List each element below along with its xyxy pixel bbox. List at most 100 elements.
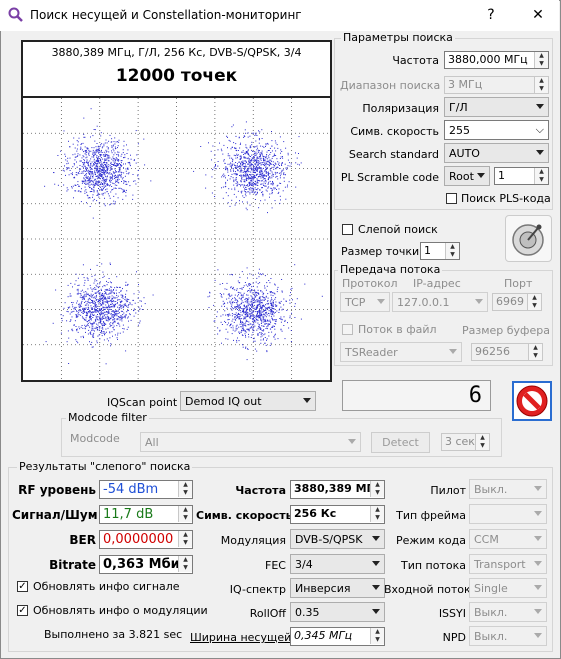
pls-search-checkbox[interactable] xyxy=(446,193,457,204)
iq-point xyxy=(253,304,255,306)
iq-point xyxy=(273,153,275,155)
iq-point xyxy=(263,300,265,301)
iq-point xyxy=(228,322,229,324)
freq-input[interactable]: 3880,000 МГц ▲ ▼ xyxy=(444,51,549,69)
iq-point xyxy=(269,159,271,161)
iq-point xyxy=(240,292,242,294)
fec-select[interactable]: 3/4 xyxy=(290,554,385,574)
std-label: Search standard xyxy=(348,148,439,161)
iq-point xyxy=(92,152,94,154)
iq-point xyxy=(127,305,129,307)
iq-point xyxy=(245,331,247,333)
iq-point xyxy=(90,268,91,270)
iq-point xyxy=(271,292,273,294)
iq-point xyxy=(257,173,259,175)
iq-point xyxy=(256,314,258,316)
iq-point xyxy=(243,307,245,309)
iq-point xyxy=(232,146,233,148)
iq-point xyxy=(258,276,260,278)
iq-point xyxy=(255,163,256,165)
update-mod-checkbox[interactable]: ✓ xyxy=(17,605,28,616)
iq-point xyxy=(239,333,241,334)
iq-point xyxy=(259,308,260,310)
iq-point xyxy=(262,155,264,157)
iq-point xyxy=(109,176,111,178)
iq-point xyxy=(99,322,101,324)
iq-point xyxy=(98,290,100,292)
update-signal-label: Обновлять инфо сигнале xyxy=(33,580,180,593)
iq-point xyxy=(81,274,83,275)
iq-point xyxy=(238,282,240,284)
iq-point xyxy=(254,301,256,303)
iq-point xyxy=(256,182,258,184)
help-button[interactable]: ? xyxy=(476,4,506,26)
iq-point xyxy=(258,301,260,303)
iq-select[interactable]: Demod IQ out xyxy=(180,391,316,411)
iq-point xyxy=(97,157,99,159)
iq-point xyxy=(96,298,98,300)
spin-icon[interactable]: ▲ ▼ xyxy=(534,168,548,184)
iq-point xyxy=(235,327,237,329)
iq-point xyxy=(267,187,269,189)
iq-point xyxy=(229,157,231,159)
iq-point xyxy=(231,161,233,163)
modcode-group-title: Modcode filter xyxy=(66,411,149,424)
spin-icon[interactable]: ▲ ▼ xyxy=(534,52,548,68)
iq-point xyxy=(119,187,121,189)
std-select[interactable]: AUTO xyxy=(444,143,549,163)
iqspec-select[interactable]: Инверсия xyxy=(290,578,385,598)
sym-select[interactable]: 255 ⌵ xyxy=(444,120,549,140)
iq-point xyxy=(101,327,103,329)
iq-point xyxy=(260,162,262,164)
iq-point xyxy=(100,171,102,173)
fec-label: FEC xyxy=(265,559,286,572)
iq-point xyxy=(110,345,111,347)
point-size-input[interactable]: 1 ▲ ▼ xyxy=(420,242,460,260)
iq-point xyxy=(104,293,106,295)
iq-point xyxy=(96,195,98,196)
close-button[interactable]: ✕ xyxy=(523,4,553,26)
iq-point xyxy=(101,193,103,195)
iq-point xyxy=(92,151,94,153)
iq-point xyxy=(89,160,91,162)
iq-point xyxy=(77,285,79,286)
pol-select[interactable]: Г/Л xyxy=(444,97,549,117)
iq-point xyxy=(280,329,282,331)
iq-point xyxy=(114,161,116,163)
iq-point xyxy=(243,163,245,164)
iq-point xyxy=(235,329,237,331)
update-signal-checkbox[interactable]: ✓ xyxy=(17,581,28,592)
iq-point xyxy=(113,329,115,331)
iq-point xyxy=(243,329,245,331)
iq-point xyxy=(262,339,264,341)
iq-point xyxy=(83,291,85,293)
iq-point xyxy=(247,191,249,193)
iq-point xyxy=(118,308,120,310)
iq-point xyxy=(119,316,121,318)
iq-point xyxy=(109,326,111,328)
iq-point xyxy=(283,180,285,182)
pls-mode-select[interactable]: Root xyxy=(444,166,490,186)
iq-point xyxy=(99,184,101,186)
spin-icon[interactable]: ▲ ▼ xyxy=(445,243,459,259)
iq-point xyxy=(257,182,259,184)
blind-search-checkbox[interactable] xyxy=(342,224,353,235)
rolloff-select[interactable]: 0.35 xyxy=(290,602,385,622)
iq-point xyxy=(278,165,280,166)
iq-point xyxy=(103,315,105,317)
iq-point xyxy=(263,297,265,299)
res-sym-label: Симв. скорость xyxy=(196,509,293,522)
iq-point xyxy=(244,181,246,183)
mod-select[interactable]: DVB-S/QPSK xyxy=(290,529,385,549)
iq-point xyxy=(79,305,81,307)
iq-point xyxy=(97,185,99,186)
iq-point xyxy=(259,156,260,158)
iq-point xyxy=(262,194,264,195)
iq-point xyxy=(96,164,98,166)
point-size-value: 1 xyxy=(424,244,431,257)
iq-point xyxy=(261,274,263,276)
pls-code-input[interactable]: 1 ▲ ▼ xyxy=(494,167,549,185)
iq-point xyxy=(102,146,104,148)
iq-point xyxy=(84,186,86,188)
stop-button[interactable] xyxy=(512,381,552,421)
